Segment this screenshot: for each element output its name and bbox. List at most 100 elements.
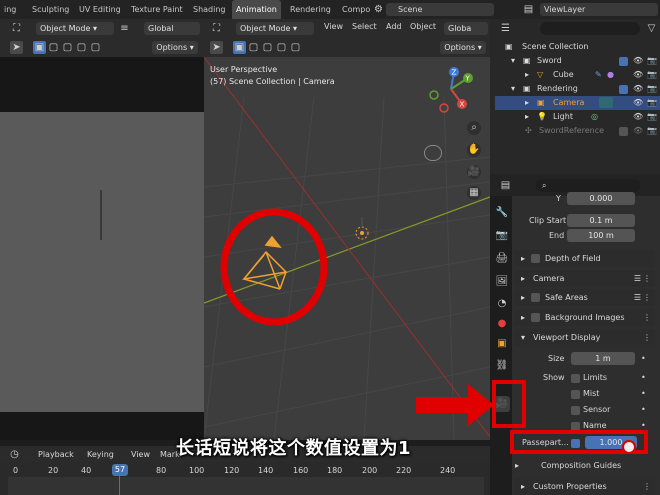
prop-clip-start-field[interactable]: 0.1 m xyxy=(567,214,635,227)
expand-arrow-icon[interactable]: ▾ xyxy=(511,82,515,96)
mist-checkbox[interactable] xyxy=(571,390,580,399)
animate-dot-icon[interactable]: • xyxy=(641,421,646,430)
passepartout-checkbox[interactable] xyxy=(571,439,580,448)
eye-icon[interactable]: 👁 xyxy=(633,110,643,124)
rendering-include-checkbox[interactable] xyxy=(619,85,628,94)
expand-arrow-icon[interactable]: ▸ xyxy=(525,96,529,110)
left-mode-dropdown[interactable]: Object Mode ▾ xyxy=(36,22,114,35)
outliner-row-camera[interactable]: ▸ ▣ Camera 👁 📷 xyxy=(495,96,660,110)
menu-view-timeline[interactable]: View xyxy=(131,450,150,459)
menu-add[interactable]: Add xyxy=(386,22,402,31)
outliner-row-swordreference[interactable]: ✣ SwordReference 👁 📷 xyxy=(495,124,660,138)
tab-shading[interactable]: Shading xyxy=(189,0,230,19)
camera-render-icon[interactable]: 📷 xyxy=(647,68,657,82)
drag-handle-icon[interactable]: ⋮ xyxy=(643,289,651,306)
section-safe-areas[interactable]: ▸ Safe Areas ☰ ⋮ xyxy=(515,289,655,306)
eye-icon[interactable]: 👁 xyxy=(633,96,643,110)
current-frame-indicator[interactable]: 57 xyxy=(112,464,128,476)
constraints-icon[interactable]: ⛓ xyxy=(494,358,510,374)
eye-icon[interactable]: 👁 xyxy=(633,124,643,138)
outliner-row-light[interactable]: ▸ 💡 Light ◎ 👁 📷 xyxy=(495,110,660,124)
tab-compositing-partial[interactable]: Compo xyxy=(338,0,374,19)
background-images-checkbox[interactable] xyxy=(531,313,540,322)
prop-end-field[interactable]: 100 m xyxy=(567,229,635,242)
scene-icon[interactable]: ⚙ xyxy=(372,3,385,16)
outliner-search-input[interactable] xyxy=(540,22,640,35)
animate-dot-icon[interactable]: • xyxy=(641,405,646,414)
timeline-editor-type-icon[interactable]: ◷ xyxy=(8,448,21,461)
drag-handle-icon[interactable]: ⋮ xyxy=(643,329,651,346)
camera-render-icon[interactable]: 📷 xyxy=(647,96,657,110)
scene-selector[interactable]: Scene xyxy=(386,3,494,16)
sword-include-checkbox[interactable] xyxy=(619,57,628,66)
viewport-select-extend-icon[interactable]: ▢ xyxy=(247,41,260,54)
viewport-select-intersect-icon[interactable]: ▢ xyxy=(289,41,302,54)
tab-rendering[interactable]: Rendering xyxy=(286,0,335,19)
zoom-icon[interactable]: ⌕ xyxy=(467,121,481,135)
section-custom-properties[interactable]: ▸ Custom Properties ⋮ xyxy=(515,478,655,495)
tab-uv-editing[interactable]: UV Editing xyxy=(75,0,125,19)
timeline-ruler[interactable] xyxy=(0,462,490,495)
viewport-select-invert-icon[interactable]: ▢ xyxy=(275,41,288,54)
menu-keying[interactable]: Keying xyxy=(87,450,114,459)
navigation-gizmo[interactable]: Z Y X xyxy=(426,64,476,114)
left-options-button[interactable]: Options ▾ xyxy=(152,41,198,54)
section-background-images[interactable]: ▸ Background Images ⋮ xyxy=(515,309,655,326)
select-tool-icon[interactable]: ➤ xyxy=(10,41,23,54)
output-properties-icon[interactable]: 🖨 xyxy=(494,251,510,267)
menu-object[interactable]: Object xyxy=(410,22,436,31)
animate-dot-icon[interactable]: • xyxy=(641,373,646,382)
eye-icon[interactable]: 👁 xyxy=(633,68,643,82)
viewport-select-subtract-icon[interactable]: ▢ xyxy=(261,41,274,54)
outliner-editor-type-icon[interactable]: ☰ xyxy=(499,22,512,35)
section-camera[interactable]: ▸ Camera ☰ ⋮ xyxy=(515,270,655,287)
pan-hand-icon[interactable]: ✋ xyxy=(467,143,481,157)
prop-y-field[interactable]: 0.000 xyxy=(567,192,635,205)
viewport-orientation-dropdown[interactable]: Globa xyxy=(444,22,488,35)
animate-dot-icon[interactable]: • xyxy=(641,389,646,398)
view-layer-icon[interactable]: ▤ xyxy=(522,3,535,16)
viewport-editor-type-icon[interactable]: ⛶ xyxy=(210,22,223,35)
section-depth-of-field[interactable]: ▸ Depth of Field xyxy=(515,250,655,267)
world-properties-icon[interactable]: ● xyxy=(494,316,510,332)
select-extend-icon[interactable]: ▢ xyxy=(47,41,60,54)
properties-editor-type-icon[interactable]: ▤ xyxy=(499,179,512,192)
tab-animation[interactable]: Animation xyxy=(232,0,281,19)
camera-render-icon[interactable]: 📷 xyxy=(647,124,657,138)
tab-texture-paint[interactable]: Texture Paint xyxy=(127,0,187,19)
expand-arrow-icon[interactable]: ▾ xyxy=(511,54,515,68)
drag-handle-icon[interactable]: ⋮ xyxy=(643,478,651,495)
editor-type-icon[interactable]: ⛶ xyxy=(10,22,23,35)
hamburger-menu-icon[interactable]: ≡ xyxy=(118,22,131,35)
camera-render-icon[interactable]: 📷 xyxy=(647,82,657,96)
sensor-checkbox[interactable] xyxy=(571,406,580,415)
menu-view[interactable]: View xyxy=(324,22,343,31)
properties-search-input[interactable]: ⌕ xyxy=(536,179,640,192)
viewport-select-tool-icon[interactable]: ➤ xyxy=(210,41,223,54)
outliner-scene-collection[interactable]: ▣ Scene Collection xyxy=(495,40,660,54)
expand-arrow-icon[interactable]: ▸ xyxy=(525,110,529,124)
select-intersect-icon[interactable]: ▢ xyxy=(89,41,102,54)
tab-layout-partial[interactable]: ing xyxy=(0,0,20,19)
view-layer-selector[interactable]: ViewLayer xyxy=(540,3,658,16)
viewport-select-box-icon[interactable]: ▣ xyxy=(233,41,246,54)
outliner-filter-icon[interactable]: ▽ xyxy=(645,22,658,35)
tab-sculpting[interactable]: Sculpting xyxy=(28,0,73,19)
tool-settings-icon[interactable]: 🔧 xyxy=(494,205,510,221)
outliner-row-sword[interactable]: ▾ ▣ Sword 👁 📷 xyxy=(495,54,660,68)
outliner-row-rendering[interactable]: ▾ ▣ Rendering 👁 📷 xyxy=(495,82,660,96)
depth-of-field-checkbox[interactable] xyxy=(531,254,540,263)
select-subtract-icon[interactable]: ▢ xyxy=(61,41,74,54)
camera-render-icon[interactable]: 📷 xyxy=(647,110,657,124)
outliner-row-cube[interactable]: ▸ ▽ Cube ✎ ● 👁 📷 xyxy=(495,68,660,82)
perspective-grid-icon[interactable]: ▦ xyxy=(467,186,481,200)
render-properties-icon[interactable]: 📷 xyxy=(494,228,510,244)
left-orientation-dropdown[interactable]: Global xyxy=(144,22,200,35)
camera-render-icon[interactable]: 📷 xyxy=(647,54,657,68)
eye-icon[interactable]: 👁 xyxy=(633,54,643,68)
menu-playback[interactable]: Playback xyxy=(38,450,74,459)
select-box-icon[interactable]: ▣ xyxy=(33,41,46,54)
drag-handle-icon[interactable]: ⋮ xyxy=(643,270,651,287)
limits-checkbox[interactable] xyxy=(571,374,580,383)
prop-size-field[interactable]: 1 m xyxy=(571,352,635,365)
